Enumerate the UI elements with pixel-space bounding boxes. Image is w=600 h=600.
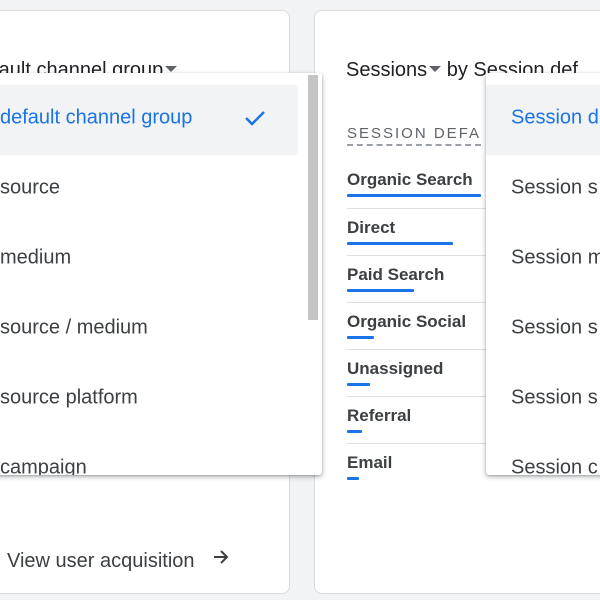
menu-item-label: source platform [0, 386, 138, 409]
menu-item[interactable]: Session s [486, 365, 600, 435]
row-label: Paid Search [347, 265, 445, 284]
scrollbar-thumb[interactable] [308, 75, 318, 320]
menu-item[interactable]: source / medium [0, 295, 298, 365]
arrow-right-icon [211, 547, 231, 573]
row-value-bar [347, 194, 481, 197]
row-label: Email [347, 453, 393, 472]
row-label: Organic Social [347, 312, 467, 331]
menu-item[interactable]: medium [0, 225, 298, 295]
menu-item[interactable]: Session m [486, 225, 600, 295]
row-value-bar [347, 336, 374, 339]
menu-item[interactable]: source [0, 155, 298, 225]
menu-item-label: Session c [511, 456, 598, 476]
session-dimension-dropdown-menu: Session d Session s Session m Session s Sess… [486, 73, 600, 475]
row-label: Unassigned [347, 359, 444, 378]
row-value-bar [347, 430, 362, 433]
row-value-bar [347, 289, 414, 292]
check-icon [244, 109, 266, 133]
row-label: Direct [347, 218, 396, 237]
row-label: Organic Search [347, 170, 473, 189]
menu-item-label: campaign [0, 456, 87, 476]
menu-item-label: Session s [511, 316, 598, 339]
caret-down-icon [165, 66, 178, 73]
menu-item-label: Session s [511, 386, 598, 409]
scrollbar-track[interactable] [304, 73, 322, 475]
menu-item[interactable]: campaign [0, 435, 298, 476]
menu-item-label: default channel group [0, 106, 193, 129]
menu-item[interactable]: default channel group [0, 85, 298, 155]
menu-item[interactable]: Session c [486, 435, 600, 476]
view-user-acquisition-label: View user acquisition [7, 550, 195, 572]
menu-item[interactable]: Session s [486, 155, 600, 225]
metric-selector[interactable]: Sessions [346, 59, 442, 81]
dimension-dropdown-menu: default channel group source medium source … [0, 73, 322, 475]
row-value-bar [347, 383, 370, 386]
menu-item[interactable]: source platform [0, 365, 298, 435]
menu-item-label: Session d [511, 106, 599, 129]
column-header-session-default[interactable]: SESSION DEFA [347, 125, 482, 146]
menu-item[interactable]: Session d [486, 85, 600, 155]
row-value-bar [347, 477, 359, 480]
metric-selector-label: Sessions [346, 59, 428, 81]
menu-item-label: source [0, 176, 61, 199]
menu-item[interactable]: Session s [486, 295, 600, 365]
menu-item-label: Session m [511, 246, 600, 269]
row-label: Referral [347, 406, 412, 425]
view-user-acquisition-link[interactable]: View user acquisition [7, 547, 231, 573]
menu-item-label: source / medium [0, 316, 148, 339]
menu-item-label: medium [0, 246, 72, 269]
caret-down-icon [429, 66, 442, 73]
menu-item-label: Session s [511, 176, 598, 199]
row-value-bar [347, 242, 453, 245]
